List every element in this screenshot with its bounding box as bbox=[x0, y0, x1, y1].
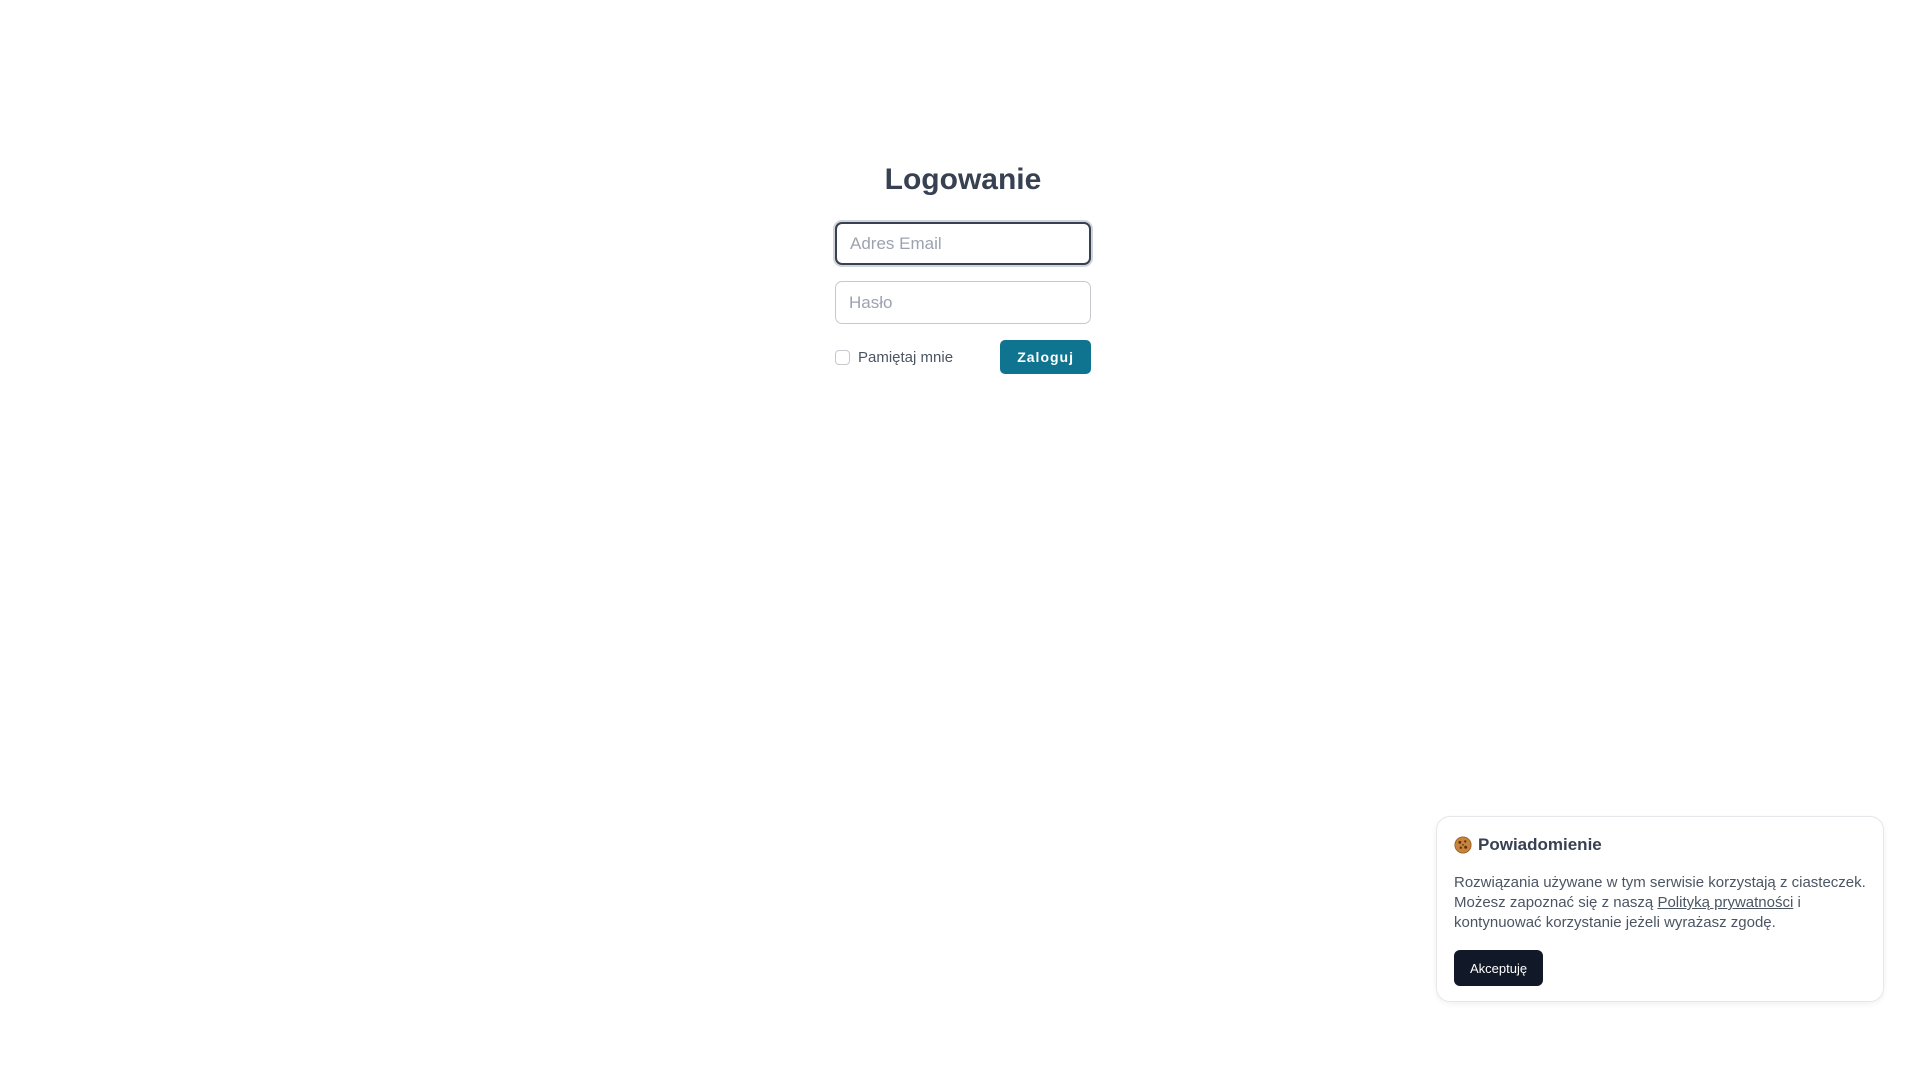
password-input[interactable] bbox=[835, 281, 1091, 324]
accept-cookies-button[interactable]: Akceptuję bbox=[1454, 950, 1544, 986]
cookie-text-line2-start: Możesz zapoznać się z naszą bbox=[1454, 894, 1658, 911]
remember-me-checkbox[interactable] bbox=[835, 349, 850, 365]
remember-me[interactable]: Pamiętaj mnie bbox=[835, 349, 953, 366]
cookie-message: Rozwiązania używane w tym serwisie korzy… bbox=[1454, 873, 1866, 933]
cookie-title-text: Powiadomienie bbox=[1478, 835, 1602, 854]
cookie-notice-title: Powiadomienie bbox=[1454, 835, 1866, 855]
cookie-notice: Powiadomienie Rozwiązania używane w tym … bbox=[1436, 816, 1884, 1002]
privacy-policy-link[interactable]: Polityką prywatności bbox=[1657, 894, 1793, 911]
login-form: Logowanie Pamiętaj mnie Zaloguj bbox=[835, 158, 1091, 374]
login-button[interactable]: Zaloguj bbox=[1000, 340, 1091, 374]
cookie-icon bbox=[1454, 836, 1472, 854]
remember-me-label: Pamiętaj mnie bbox=[858, 348, 954, 366]
form-actions-row: Pamiętaj mnie Zaloguj bbox=[835, 340, 1091, 374]
page-title: Logowanie bbox=[884, 163, 1042, 196]
cookie-text-line1: Rozwiązania używane w tym serwisie korzy… bbox=[1454, 874, 1866, 891]
email-input[interactable] bbox=[835, 222, 1091, 265]
